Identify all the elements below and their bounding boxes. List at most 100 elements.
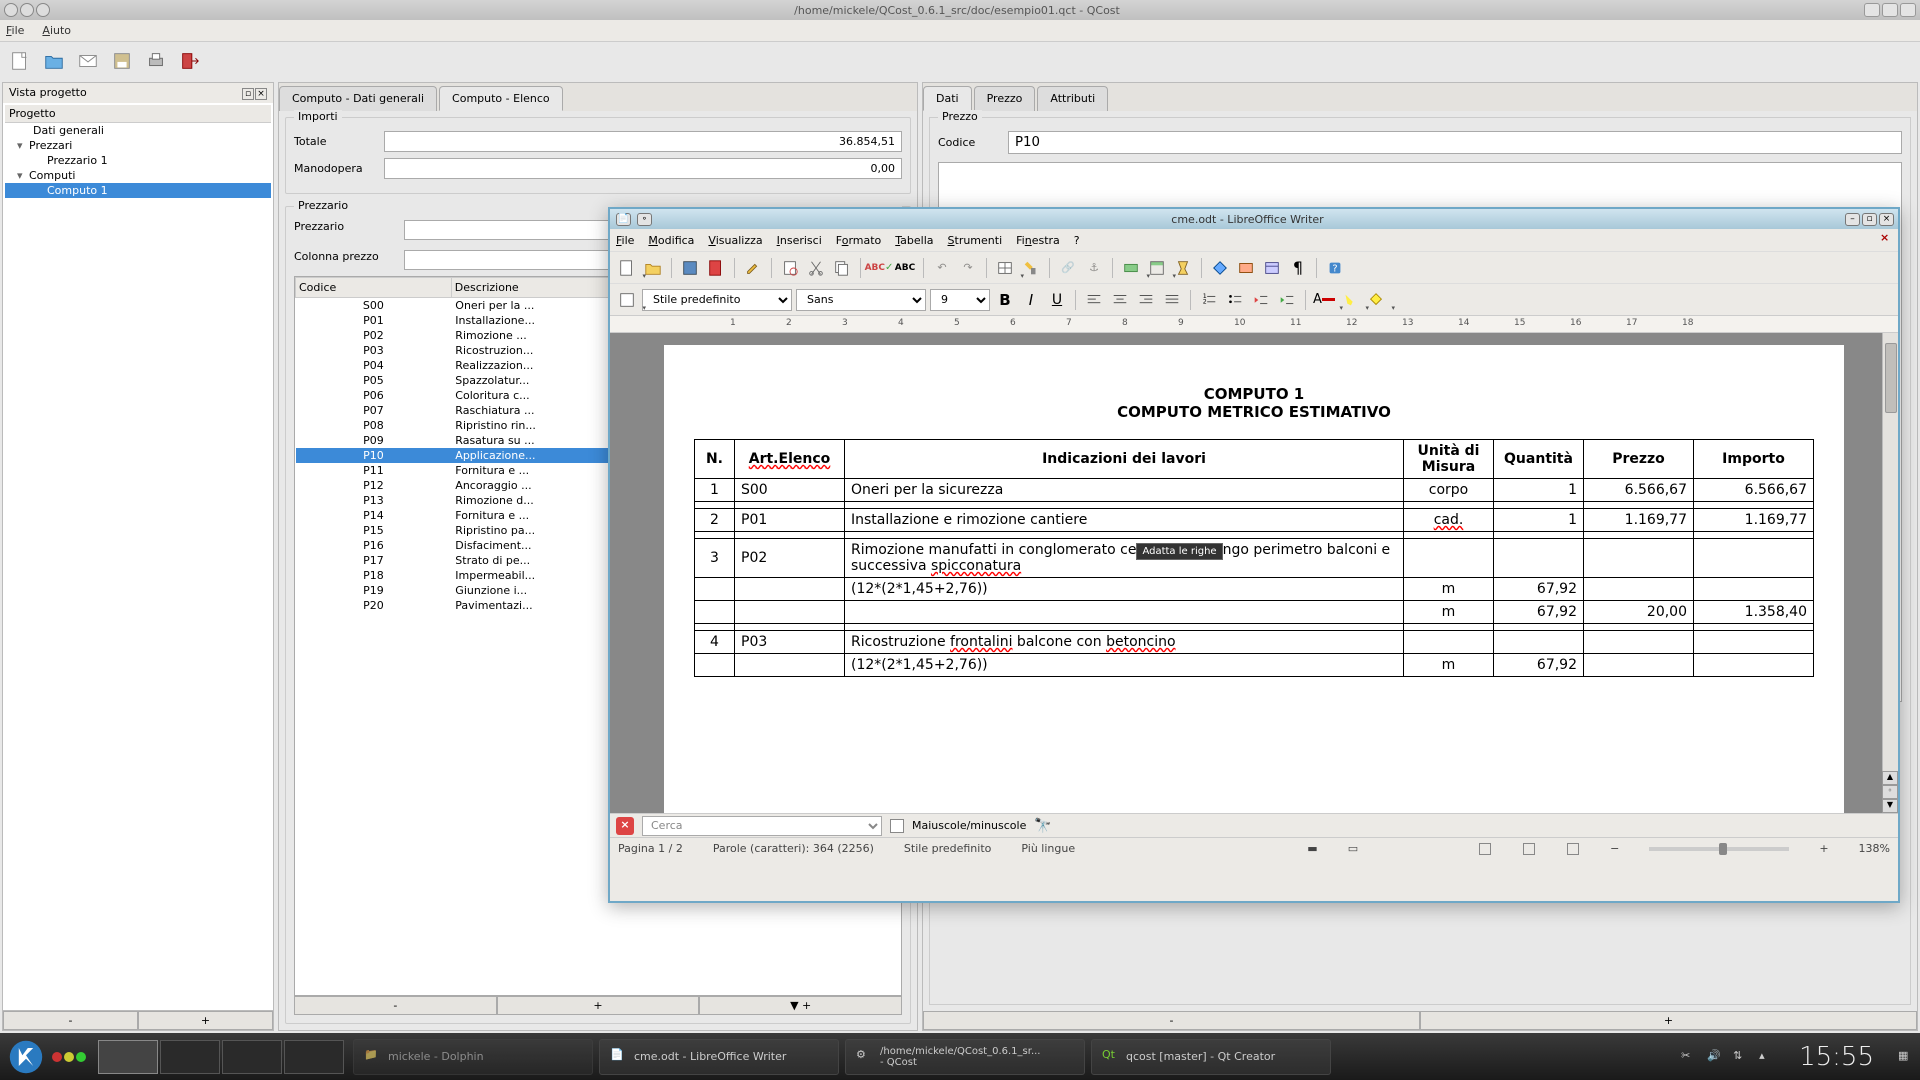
zoom-out-icon[interactable]: − bbox=[1610, 842, 1619, 855]
tree-item-prezzario1[interactable]: Prezzario 1 bbox=[5, 153, 271, 168]
indent-icon[interactable] bbox=[1276, 289, 1298, 311]
anchor-icon[interactable]: ⚓ bbox=[1083, 257, 1105, 279]
page-status[interactable]: Pagina 1 / 2 bbox=[618, 842, 683, 855]
activity-switcher[interactable] bbox=[52, 1052, 86, 1062]
numbered-list-icon[interactable]: 12 bbox=[1198, 289, 1220, 311]
task-dolphin[interactable]: 📁mickele - Dolphin bbox=[353, 1039, 593, 1075]
add-button[interactable]: + bbox=[138, 1011, 273, 1030]
lo-menu-help[interactable]: ? bbox=[1074, 234, 1080, 247]
table-icon[interactable] bbox=[994, 257, 1016, 279]
desktop-3[interactable] bbox=[222, 1040, 282, 1074]
lo-ruler[interactable]: 123456789101112131415161718 bbox=[610, 315, 1898, 333]
tree-item-dati[interactable]: Dati generali bbox=[5, 123, 271, 138]
insert-price-button[interactable]: ▼ + bbox=[699, 996, 902, 1015]
edit-icon[interactable] bbox=[742, 257, 764, 279]
lo-menu-finestra[interactable]: Finestra bbox=[1016, 234, 1060, 247]
nav-up-icon[interactable]: ▲ bbox=[1882, 771, 1898, 785]
add-dati-button[interactable]: + bbox=[1420, 1011, 1917, 1030]
lo-menu-formato[interactable]: Formato bbox=[836, 234, 882, 247]
min-button[interactable] bbox=[1864, 3, 1880, 17]
nav-sel-icon[interactable]: ◦ bbox=[1882, 785, 1898, 799]
copy-icon[interactable] bbox=[831, 257, 853, 279]
help-icon[interactable]: ? bbox=[1324, 257, 1346, 279]
lo-max-button[interactable]: ▫ bbox=[1862, 213, 1877, 226]
kde-menu-icon[interactable] bbox=[6, 1037, 46, 1077]
remove-dati-button[interactable]: - bbox=[923, 1011, 1420, 1030]
task-libreoffice[interactable]: 📄cme.odt - LibreOffice Writer bbox=[599, 1039, 839, 1075]
tab-dati-generali[interactable]: Computo - Dati generali bbox=[279, 86, 437, 111]
sel-mode-icon[interactable]: ▭ bbox=[1348, 842, 1358, 855]
maximize-icon[interactable] bbox=[36, 3, 50, 17]
vertical-scrollbar[interactable]: ▲ ◦ ▼ bbox=[1882, 333, 1898, 813]
new-icon[interactable] bbox=[616, 257, 638, 279]
remove-button[interactable]: - bbox=[3, 1011, 138, 1030]
print-preview-icon[interactable] bbox=[779, 257, 801, 279]
close-button[interactable] bbox=[1900, 3, 1916, 17]
close-panel-icon[interactable]: × bbox=[255, 88, 267, 100]
codice-field[interactable] bbox=[1008, 131, 1902, 154]
task-qtcreator[interactable]: Qtqcost [master] - Qt Creator bbox=[1091, 1039, 1331, 1075]
lo-titlebar[interactable]: 📄 ∘ cme.odt - LibreOffice Writer – ▫ × bbox=[610, 209, 1898, 229]
max-button[interactable] bbox=[1882, 3, 1898, 17]
word-count[interactable]: Parole (caratteri): 364 (2256) bbox=[713, 842, 874, 855]
font-color-icon[interactable]: A bbox=[1313, 289, 1335, 311]
binoculars-icon[interactable]: 🔭 bbox=[1034, 818, 1051, 834]
nav-down-icon[interactable]: ▼ bbox=[1882, 799, 1898, 813]
volume-icon[interactable]: 🔊 bbox=[1707, 1049, 1723, 1065]
italic-icon[interactable]: I bbox=[1020, 289, 1042, 311]
insert-header-icon[interactable] bbox=[1146, 257, 1168, 279]
lo-menu-inserisci[interactable]: Inserisci bbox=[777, 234, 822, 247]
manodopera-field[interactable] bbox=[384, 158, 902, 179]
print-icon[interactable] bbox=[144, 49, 168, 73]
task-qcost[interactable]: ⚙/home/mickele/QCost_0.6.1_sr... - QCost bbox=[845, 1039, 1085, 1075]
lo-menu-visualizza[interactable]: Visualizza bbox=[708, 234, 762, 247]
bullet-list-icon[interactable] bbox=[1224, 289, 1246, 311]
style-combo[interactable]: Stile predefinito bbox=[642, 289, 792, 311]
highlight-icon[interactable] bbox=[1339, 289, 1361, 311]
align-left-icon[interactable] bbox=[1083, 289, 1105, 311]
lo-min-button[interactable]: – bbox=[1845, 213, 1860, 226]
desktop-1[interactable] bbox=[98, 1040, 158, 1074]
style-status[interactable]: Stile predefinito bbox=[904, 842, 991, 855]
outdent-icon[interactable] bbox=[1250, 289, 1272, 311]
menu-file[interactable]: File bbox=[6, 24, 24, 37]
lo-doc-close-icon[interactable]: × bbox=[1880, 231, 1894, 245]
computo-table[interactable]: N. Art.Elenco Indicazioni dei lavori Uni… bbox=[694, 439, 1814, 677]
lo-document-area[interactable]: COMPUTO 1 COMPUTO METRICO ESTIMATIVO N. … bbox=[610, 333, 1898, 813]
zoom-value[interactable]: 138% bbox=[1859, 842, 1890, 855]
add-price-button[interactable]: + bbox=[497, 996, 700, 1015]
view-single-icon[interactable] bbox=[1479, 843, 1491, 855]
close-icon[interactable] bbox=[4, 3, 18, 17]
insert-field-icon[interactable] bbox=[1120, 257, 1142, 279]
remove-price-button[interactable]: - bbox=[294, 996, 497, 1015]
size-combo[interactable]: 9 bbox=[930, 289, 990, 311]
new-icon[interactable] bbox=[8, 49, 32, 73]
insert-mode-icon[interactable]: ▬ bbox=[1307, 842, 1317, 855]
zoom-handle[interactable] bbox=[1719, 843, 1727, 855]
clock[interactable]: 15:55 bbox=[1799, 1042, 1874, 1072]
zoom-in-icon[interactable]: + bbox=[1819, 842, 1828, 855]
tree-item-computi[interactable]: ▾Computi bbox=[5, 168, 271, 183]
view-book-icon[interactable] bbox=[1567, 843, 1579, 855]
desktop-pager[interactable] bbox=[98, 1040, 344, 1074]
underline-icon[interactable]: U bbox=[1046, 289, 1068, 311]
scroll-thumb[interactable] bbox=[1885, 343, 1897, 413]
align-right-icon[interactable] bbox=[1135, 289, 1157, 311]
apply-style-icon[interactable] bbox=[616, 289, 638, 311]
tree-item-computo1[interactable]: Computo 1 bbox=[5, 183, 271, 198]
tab-prezzo[interactable]: Prezzo bbox=[974, 86, 1036, 111]
link-icon[interactable]: 🔗 bbox=[1057, 257, 1079, 279]
clipboard-icon[interactable]: ✂ bbox=[1681, 1049, 1697, 1065]
view-multi-icon[interactable] bbox=[1523, 843, 1535, 855]
desktop-2[interactable] bbox=[160, 1040, 220, 1074]
autospell-icon[interactable]: ABC bbox=[894, 257, 916, 279]
totale-field[interactable] bbox=[384, 131, 902, 152]
bg-color-icon[interactable] bbox=[1365, 289, 1387, 311]
find-close-icon[interactable]: × bbox=[616, 817, 634, 835]
font-combo[interactable]: Sans bbox=[796, 289, 926, 311]
detach-icon[interactable]: ▫ bbox=[242, 88, 254, 100]
tray-expand-icon[interactable]: ▴ bbox=[1759, 1049, 1775, 1065]
desktop-4[interactable] bbox=[284, 1040, 344, 1074]
case-checkbox[interactable] bbox=[890, 819, 904, 833]
find-input[interactable]: Cerca bbox=[642, 816, 882, 836]
